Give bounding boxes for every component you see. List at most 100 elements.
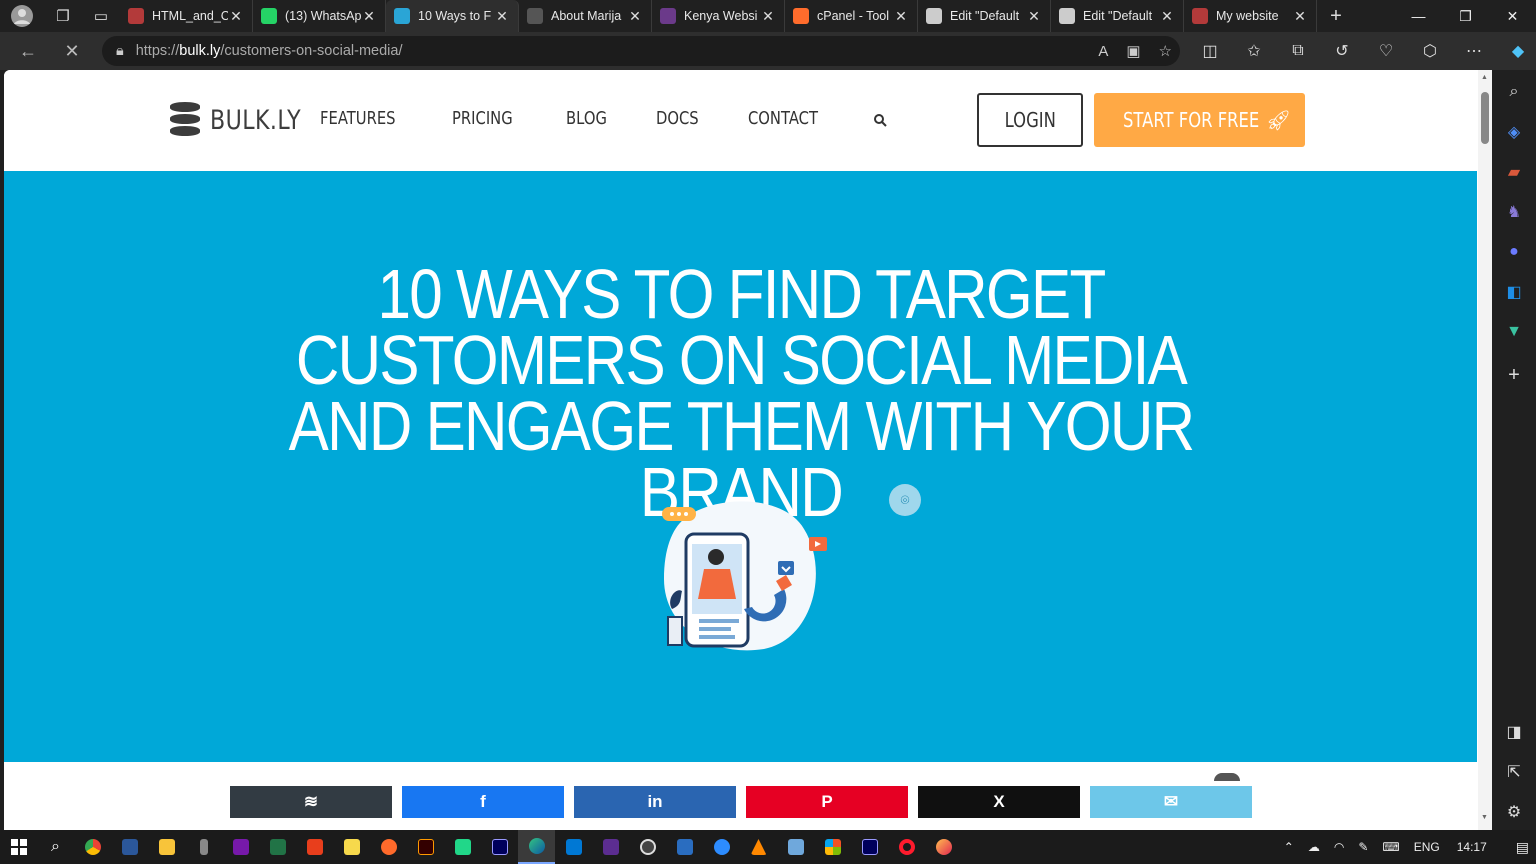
linkedin-share-button[interactable]: in (574, 786, 736, 818)
browser-tab[interactable]: (13) WhatsAp ✕ (253, 0, 386, 32)
sidebar-search-icon[interactable]: ⌕ (1502, 80, 1526, 104)
vlc-icon[interactable] (740, 830, 777, 864)
sticky-notes-icon[interactable] (333, 830, 370, 864)
sidebar-tools-icon[interactable]: ▰ (1502, 160, 1526, 184)
search-icon[interactable] (873, 113, 888, 127)
split-screen-icon[interactable]: ◫ (1188, 41, 1232, 61)
facebook-share-button[interactable]: f (402, 786, 564, 818)
history-icon[interactable]: ↺ (1320, 41, 1364, 61)
taskbar-search-icon[interactable]: ⌕ (37, 830, 74, 864)
sidebar-add-icon[interactable]: + (1502, 363, 1526, 387)
extensions-icon[interactable]: ⬡ (1408, 41, 1452, 61)
sidebar-shopping-icon[interactable]: ◈ (1502, 120, 1526, 144)
buffer-share-button[interactable]: ≋ (230, 786, 392, 818)
notifications-icon[interactable]: ▤ (1516, 839, 1529, 856)
network-app-icon[interactable] (777, 830, 814, 864)
tab-close-icon[interactable]: ✕ (494, 8, 510, 25)
file-explorer-icon[interactable] (148, 830, 185, 864)
firefox-dev-icon[interactable] (370, 830, 407, 864)
store-icon[interactable] (814, 830, 851, 864)
copilot-icon[interactable]: ◆ (1496, 41, 1536, 61)
lock-icon[interactable]: 🔒︎ (116, 43, 124, 59)
tab-close-icon[interactable]: ✕ (1292, 8, 1308, 25)
workspaces-icon[interactable]: ❐ (44, 0, 82, 32)
premiere-icon[interactable] (481, 830, 518, 864)
sidebar-open-external-icon[interactable]: ⇱ (1502, 760, 1526, 784)
excel-icon[interactable] (259, 830, 296, 864)
firefox-icon[interactable] (925, 830, 962, 864)
browser-tab[interactable]: Edit "Default ✕ (1051, 0, 1184, 32)
browser-tab[interactable]: About Marija ✕ (519, 0, 652, 32)
scroll-up-icon[interactable]: ▲ (1481, 74, 1488, 81)
browser-tab[interactable]: My website ✕ (1184, 0, 1317, 32)
chrome-icon[interactable] (74, 830, 111, 864)
browser-tab[interactable]: Kenya Websi ✕ (652, 0, 785, 32)
onedrive-icon[interactable]: ☁ (1308, 840, 1320, 854)
url-field[interactable]: 🔒︎ https://bulk.ly/customers-on-social-m… (102, 36, 1180, 66)
tab-close-icon[interactable]: ✕ (228, 8, 244, 25)
tab-close-icon[interactable]: ✕ (760, 8, 776, 25)
wifi-icon[interactable]: ◠ (1334, 840, 1344, 854)
email-share-button[interactable]: ✉ (1090, 786, 1252, 818)
windows-start-icon[interactable] (0, 830, 37, 864)
sidebar-hide-icon[interactable]: ◨ (1502, 720, 1526, 744)
more-menu-icon[interactable]: ⋯ (1452, 41, 1496, 61)
nav-docs[interactable]: DOCS (656, 108, 699, 129)
tab-close-icon[interactable]: ✕ (1026, 8, 1042, 25)
nav-contact[interactable]: CONTACT (748, 108, 818, 129)
new-tab-button[interactable]: + (1317, 0, 1355, 32)
sidebar-settings-icon[interactable]: ⚙ (1502, 800, 1526, 824)
profile-avatar[interactable] (0, 0, 44, 32)
sidebar-copilot-icon[interactable]: ● (1502, 240, 1526, 264)
office-icon[interactable] (296, 830, 333, 864)
sidebar-outlook-icon[interactable]: ◧ (1502, 280, 1526, 304)
browser-essentials-icon[interactable]: ♡ (1364, 41, 1408, 61)
scroll-down-icon[interactable]: ▼ (1481, 814, 1488, 821)
minimize-icon[interactable]: — (1395, 0, 1442, 32)
visual-studio-icon[interactable] (592, 830, 629, 864)
visual-search-icon[interactable]: ⌾ (889, 484, 921, 516)
scrollbar-thumb[interactable] (1481, 92, 1489, 144)
close-window-icon[interactable]: ✕ (1489, 0, 1536, 32)
vm-icon[interactable] (666, 830, 703, 864)
word-icon[interactable] (111, 830, 148, 864)
tab-actions-icon[interactable]: ▭ (82, 0, 120, 32)
usb-icon[interactable] (185, 830, 222, 864)
tab-close-icon[interactable]: ✕ (627, 8, 643, 25)
illustrator-icon[interactable] (407, 830, 444, 864)
pinterest-share-button[interactable]: P (746, 786, 908, 818)
collections-icon[interactable]: ⧉ (1276, 42, 1320, 60)
nav-pricing[interactable]: PRICING (452, 108, 513, 129)
favorite-star-icon[interactable]: ☆ (1159, 42, 1172, 60)
language-indicator[interactable]: ENG (1414, 840, 1440, 854)
browser-tab[interactable]: 10 Ways to F ✕ (386, 0, 519, 32)
x-share-button[interactable]: X (918, 786, 1080, 818)
sidebar-drop-icon[interactable]: ▼ (1502, 320, 1526, 344)
zoom-icon[interactable] (703, 830, 740, 864)
immersive-reader-icon[interactable]: ▣ (1126, 42, 1140, 60)
browser-tab[interactable]: HTML_and_C ✕ (120, 0, 253, 32)
browser-tab[interactable]: cPanel - Tool ✕ (785, 0, 918, 32)
stop-loading-icon[interactable]: ✕ (50, 32, 94, 70)
tab-close-icon[interactable]: ✕ (893, 8, 909, 25)
sidebar-games-icon[interactable]: ♞ (1502, 200, 1526, 224)
pen-icon[interactable]: ✎ (1358, 840, 1368, 854)
nav-blog[interactable]: BLOG (566, 108, 607, 129)
login-button[interactable]: LOGIN (977, 93, 1083, 147)
onenote-icon[interactable] (222, 830, 259, 864)
back-icon[interactable]: ← (6, 32, 50, 70)
opera-icon[interactable] (888, 830, 925, 864)
after-effects-icon[interactable] (851, 830, 888, 864)
pycharm-icon[interactable] (444, 830, 481, 864)
clock[interactable]: 14:17 (1457, 840, 1487, 854)
page-scrollbar[interactable]: ▲ ▼ (1478, 70, 1492, 830)
site-logo[interactable]: BULK.LY (170, 102, 321, 138)
restore-icon[interactable]: ❐ (1442, 0, 1489, 32)
read-aloud-icon[interactable]: A (1098, 43, 1108, 60)
obs-icon[interactable] (629, 830, 666, 864)
keyboard-icon[interactable]: ⌨ (1382, 840, 1399, 854)
tray-overflow-icon[interactable]: ⌃ (1284, 840, 1294, 854)
browser-tab[interactable]: Edit "Default ✕ (918, 0, 1051, 32)
start-for-free-button[interactable]: START FOR FREE 🚀︎ (1094, 93, 1305, 147)
tab-close-icon[interactable]: ✕ (361, 8, 377, 25)
